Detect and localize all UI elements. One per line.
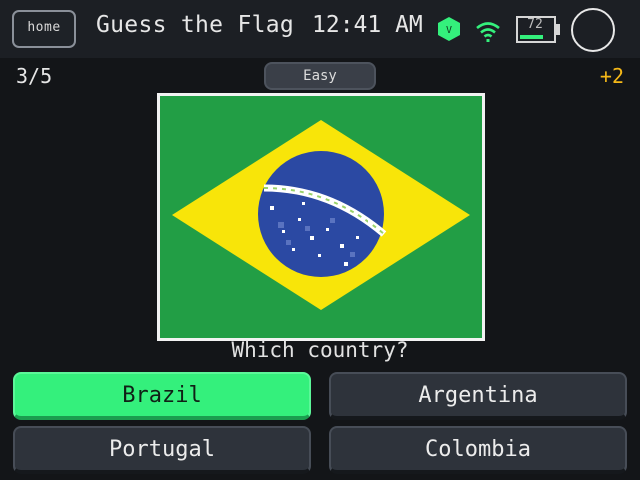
- flag-image: [157, 93, 485, 341]
- answer-button-argentina[interactable]: Argentina: [329, 372, 627, 420]
- brazil-flag-icon: [160, 96, 482, 338]
- app-title: Guess the Flag: [96, 12, 295, 38]
- vpn-shield-icon: V: [438, 17, 460, 41]
- wifi-icon: [476, 22, 500, 42]
- clock: 12:41 AM: [312, 12, 423, 38]
- score-delta: +2: [599, 64, 624, 88]
- difficulty-badge[interactable]: Easy: [264, 62, 376, 90]
- question-text: Which country?: [231, 338, 409, 362]
- vpn-badge-text: V: [446, 25, 452, 36]
- top-bar: home Guess the Flag 12:41 AM V 72: [0, 0, 640, 58]
- battery-level: 72: [527, 17, 543, 32]
- answer-button-brazil[interactable]: Brazil: [13, 372, 311, 420]
- power-button[interactable]: [571, 8, 615, 52]
- question-progress: 3/5: [16, 64, 53, 88]
- answer-button-portugal[interactable]: Portugal: [13, 426, 311, 474]
- answer-button-colombia[interactable]: Colombia: [329, 426, 627, 474]
- home-button[interactable]: home: [12, 10, 76, 48]
